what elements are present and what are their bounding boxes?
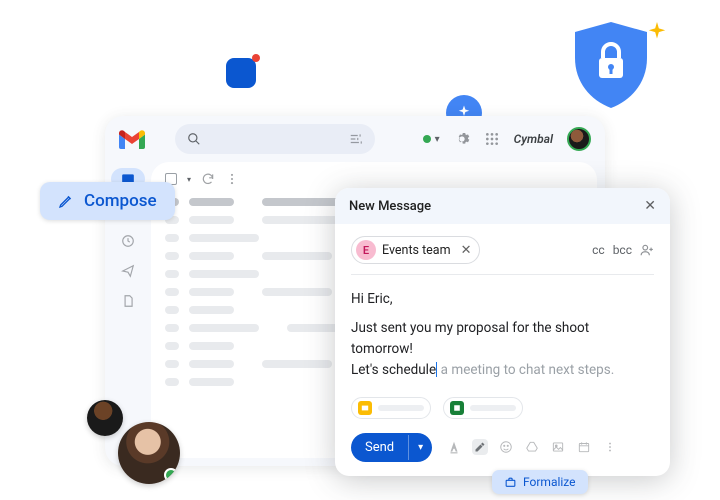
pencil-icon bbox=[58, 193, 74, 209]
attachment-sheets[interactable] bbox=[443, 397, 523, 419]
top-bar: ▾ Cymbal bbox=[105, 116, 605, 162]
sidebar-item-drafts[interactable] bbox=[119, 292, 137, 310]
smart-compose-icon[interactable] bbox=[472, 439, 488, 455]
body-greeting: Hi Eric, bbox=[351, 289, 654, 310]
sparkle-icon bbox=[646, 22, 668, 44]
status-active-icon bbox=[423, 135, 431, 143]
chat-icon bbox=[226, 58, 256, 88]
compose-header[interactable]: New Message ✕ bbox=[335, 188, 670, 224]
tune-icon[interactable] bbox=[349, 132, 363, 146]
presence-active-icon bbox=[164, 468, 178, 482]
gear-icon[interactable] bbox=[454, 131, 470, 147]
status-indicator[interactable]: ▾ bbox=[423, 134, 440, 145]
body-line: Just sent you my proposal for the shoot … bbox=[351, 320, 589, 357]
attachments-row bbox=[351, 397, 654, 419]
emoji-icon[interactable] bbox=[498, 439, 514, 455]
profile-avatar bbox=[118, 422, 180, 484]
gmail-logo-icon bbox=[119, 129, 145, 149]
search-input[interactable] bbox=[175, 124, 375, 154]
chevron-down-icon[interactable]: ▾ bbox=[187, 175, 191, 184]
cc-button[interactable]: cc bbox=[592, 243, 605, 257]
calendar-icon[interactable] bbox=[576, 439, 592, 455]
sidebar-item-snoozed[interactable] bbox=[119, 232, 137, 250]
compose-button-label: Compose bbox=[84, 191, 157, 211]
recipients-field[interactable]: E Events team ✕ cc bcc bbox=[351, 236, 654, 275]
attachment-slides[interactable] bbox=[351, 397, 431, 419]
slides-icon bbox=[358, 401, 372, 415]
send-button-label: Send bbox=[351, 433, 408, 462]
drive-icon[interactable] bbox=[524, 439, 540, 455]
account-avatar[interactable] bbox=[567, 127, 591, 151]
recipient-chip[interactable]: E Events team ✕ bbox=[351, 236, 480, 264]
compose-toolbar: Send ▾ bbox=[351, 433, 654, 462]
formalize-button[interactable]: Formalize bbox=[492, 470, 588, 494]
more-vert-icon[interactable] bbox=[602, 439, 618, 455]
search-icon bbox=[187, 132, 201, 146]
format-icon[interactable] bbox=[446, 439, 462, 455]
list-toolbar: ▾ bbox=[165, 172, 583, 186]
remove-chip-icon[interactable]: ✕ bbox=[461, 243, 472, 258]
profile-avatar bbox=[87, 400, 123, 436]
bcc-button[interactable]: bcc bbox=[613, 243, 632, 257]
formalize-label: Formalize bbox=[523, 475, 576, 489]
refresh-icon[interactable] bbox=[201, 172, 215, 186]
message-body[interactable]: Hi Eric, Just sent you my proposal for t… bbox=[351, 289, 654, 381]
send-options-icon[interactable]: ▾ bbox=[408, 435, 432, 460]
body-typed: Let's schedule bbox=[351, 362, 436, 378]
sheets-icon bbox=[450, 401, 464, 415]
send-button[interactable]: Send ▾ bbox=[351, 433, 432, 462]
briefcase-icon bbox=[504, 476, 517, 489]
shield-lock-icon bbox=[575, 22, 647, 108]
smart-compose-suggestion: a meeting to chat next steps. bbox=[437, 362, 614, 378]
compose-button[interactable]: Compose bbox=[40, 182, 175, 220]
add-recipient-icon[interactable] bbox=[640, 243, 654, 257]
compose-title: New Message bbox=[349, 199, 431, 214]
chevron-down-icon: ▾ bbox=[435, 134, 440, 145]
close-icon[interactable]: ✕ bbox=[644, 198, 656, 214]
apps-grid-icon[interactable] bbox=[484, 131, 500, 147]
workspace-label: Cymbal bbox=[514, 132, 553, 146]
chip-avatar: E bbox=[356, 240, 376, 260]
image-icon[interactable] bbox=[550, 439, 566, 455]
sidebar-item-sent[interactable] bbox=[119, 262, 137, 280]
compose-window: New Message ✕ E Events team ✕ cc bcc Hi … bbox=[335, 188, 670, 476]
chip-label: Events team bbox=[382, 243, 451, 258]
more-vert-icon[interactable] bbox=[225, 172, 239, 186]
